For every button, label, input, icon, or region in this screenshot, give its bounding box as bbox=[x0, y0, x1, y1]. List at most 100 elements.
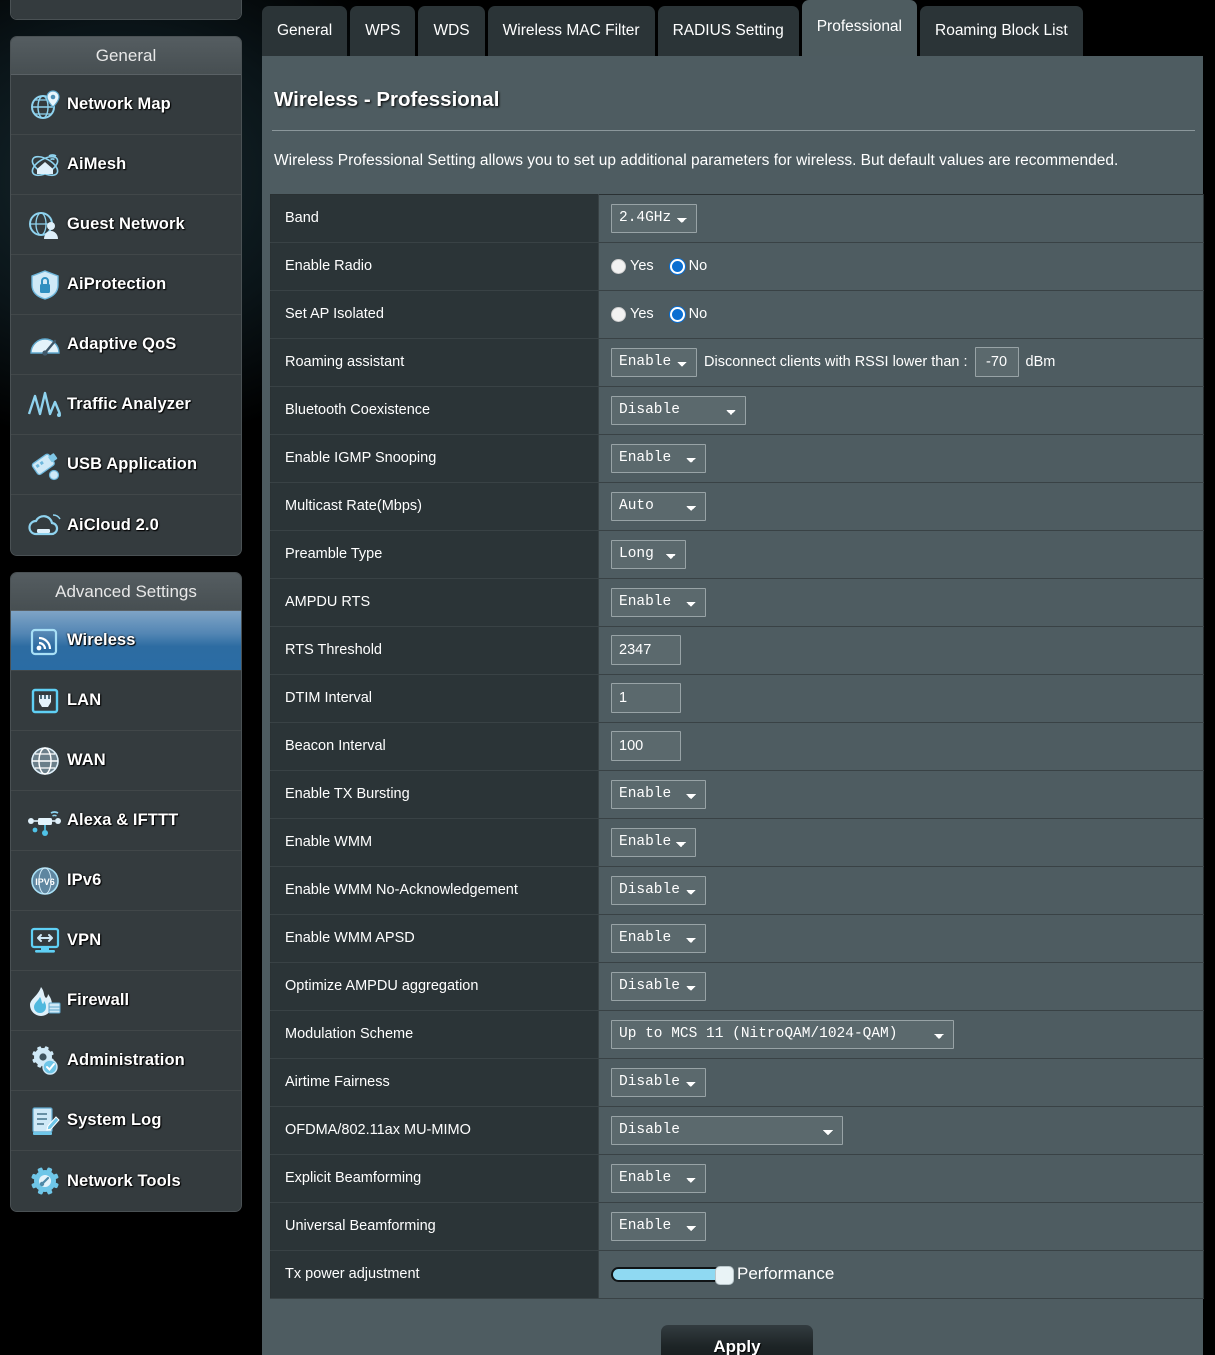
tab-radius-setting[interactable]: RADIUS Setting bbox=[657, 6, 799, 56]
ap-isolated-yes[interactable]: Yes bbox=[611, 306, 654, 322]
row-roaming-assistant: Roaming assistant Enable Disconnect clie… bbox=[270, 338, 1204, 387]
sidebar-item-label: Traffic Analyzer bbox=[67, 395, 191, 413]
page-title: Wireless - Professional bbox=[274, 88, 500, 111]
enable-radio-yes[interactable]: Yes bbox=[611, 258, 654, 274]
sidebar-item-label: USB Application bbox=[67, 455, 198, 473]
rts-threshold-input[interactable] bbox=[611, 635, 681, 666]
igmp-snooping-select[interactable]: Enable bbox=[611, 443, 706, 473]
tab-roaming-block-list[interactable]: Roaming Block List bbox=[920, 6, 1083, 56]
tab-general[interactable]: General bbox=[262, 6, 348, 56]
label-explicit-beamforming: Explicit Beamforming bbox=[270, 1154, 599, 1203]
ampdu-rts-select[interactable]: Enable bbox=[611, 587, 706, 617]
sidebar-item-system-log[interactable]: System Log bbox=[11, 1091, 241, 1151]
sidebar-item-usb-application[interactable]: USB Application bbox=[11, 435, 241, 495]
beacon-interval-input[interactable] bbox=[611, 731, 681, 762]
sidebar-item-label: Alexa & IFTTT bbox=[67, 811, 179, 829]
tx-power-slider-thumb[interactable] bbox=[715, 1265, 734, 1285]
row-modulation-scheme: Modulation Scheme Up to MCS 11 (NitroQAM… bbox=[270, 1010, 1204, 1059]
sidebar-item-wan[interactable]: WAN bbox=[11, 731, 241, 791]
gauge-icon bbox=[23, 325, 67, 365]
row-wmm-apsd: Enable WMM APSD Enable bbox=[270, 914, 1204, 963]
cloud-icon bbox=[23, 505, 67, 545]
row-enable-radio: Enable Radio Yes No bbox=[270, 242, 1204, 291]
label-tx-bursting: Enable TX Bursting bbox=[270, 770, 599, 819]
sidebar-item-aicloud[interactable]: AiCloud 2.0 bbox=[11, 495, 241, 555]
sidebar: Setup General Network Ma bbox=[10, 0, 242, 1228]
sidebar-item-label: Network Map bbox=[67, 95, 171, 113]
sidebar-item-label: WAN bbox=[67, 751, 106, 769]
sidebar-item-label: Administration bbox=[67, 1051, 185, 1069]
sidebar-item-network-map[interactable]: Network Map bbox=[11, 75, 241, 135]
admin-gear-icon bbox=[23, 1041, 67, 1081]
sidebar-item-alexa-ifttt[interactable]: Alexa & IFTTT bbox=[11, 791, 241, 851]
settings-panel: Wireless - Professional Wireless Profess… bbox=[262, 56, 1204, 1355]
airtime-fairness-select[interactable]: Disable bbox=[611, 1067, 706, 1097]
label-set-ap-isolated: Set AP Isolated bbox=[270, 290, 599, 339]
label-wmm-apsd: Enable WMM APSD bbox=[270, 914, 599, 963]
enable-radio-no[interactable]: No bbox=[669, 258, 707, 274]
globe-icon bbox=[23, 741, 67, 781]
wireless-professional-form: Band 2.4GHz Enable Radio Yes No Set AP I… bbox=[270, 193, 1204, 1299]
explicit-beamforming-select[interactable]: Enable bbox=[611, 1163, 706, 1193]
label-enable-radio: Enable Radio bbox=[270, 242, 599, 291]
sidebar-item-guest-network[interactable]: Guest Network bbox=[11, 195, 241, 255]
sidebar-item-aimesh[interactable]: AiMesh bbox=[11, 135, 241, 195]
wmm-select[interactable]: Enable bbox=[611, 827, 696, 857]
label-optimize-ampdu: Optimize AMPDU aggregation bbox=[270, 962, 599, 1011]
tx-bursting-select[interactable]: Enable bbox=[611, 779, 706, 809]
dtim-interval-input[interactable] bbox=[611, 683, 681, 714]
modulation-scheme-select[interactable]: Up to MCS 11 (NitroQAM/1024-QAM) bbox=[611, 1019, 954, 1049]
label-bluetooth-coexistence: Bluetooth Coexistence bbox=[270, 386, 599, 435]
universal-beamforming-select[interactable]: Enable bbox=[611, 1211, 706, 1241]
tx-power-slider[interactable] bbox=[611, 1265, 734, 1285]
enable-radio-group: Yes No bbox=[611, 258, 1202, 274]
row-airtime-fairness: Airtime Fairness Disable bbox=[270, 1058, 1204, 1107]
row-universal-beamforming: Universal Beamforming Enable bbox=[270, 1202, 1204, 1251]
bluetooth-coexistence-select[interactable]: Disable bbox=[611, 395, 746, 425]
row-multicast-rate: Multicast Rate(Mbps) Auto bbox=[270, 482, 1204, 531]
optimize-ampdu-select[interactable]: Disable bbox=[611, 971, 706, 1001]
label-preamble-type: Preamble Type bbox=[270, 530, 599, 579]
tab-wps[interactable]: WPS bbox=[350, 6, 416, 56]
tab-wireless-mac-filter[interactable]: Wireless MAC Filter bbox=[487, 6, 655, 56]
roaming-assistant-select[interactable]: Enable bbox=[611, 347, 697, 377]
sidebar-item-wireless[interactable]: Wireless bbox=[11, 611, 241, 671]
wmm-apsd-select[interactable]: Enable bbox=[611, 923, 706, 953]
sidebar-item-lan[interactable]: LAN bbox=[11, 671, 241, 731]
sidebar-item-aiprotection[interactable]: AiProtection bbox=[11, 255, 241, 315]
radio-selected-icon bbox=[669, 306, 685, 322]
multicast-rate-select[interactable]: Auto bbox=[611, 491, 706, 521]
tab-professional[interactable]: Professional bbox=[801, 0, 917, 56]
sidebar-item-label: AiProtection bbox=[67, 275, 167, 293]
row-explicit-beamforming: Explicit Beamforming Enable bbox=[270, 1154, 1204, 1203]
band-select[interactable]: 2.4GHz bbox=[611, 203, 697, 233]
sidebar-group-title: Advanced Settings bbox=[11, 573, 241, 611]
sidebar-item-vpn[interactable]: VPN bbox=[11, 911, 241, 971]
label-igmp-snooping: Enable IGMP Snooping bbox=[270, 434, 599, 483]
ipv6-globe-icon: IPV6 bbox=[23, 861, 67, 901]
usb-drive-icon bbox=[23, 445, 67, 485]
preamble-type-select[interactable]: Long bbox=[611, 539, 686, 569]
alexa-ifttt-icon bbox=[23, 801, 67, 841]
sidebar-item-setup[interactable]: Setup bbox=[11, 0, 241, 19]
sidebar-group-setup: Setup bbox=[10, 0, 242, 20]
rssi-threshold-input[interactable] bbox=[974, 347, 1019, 378]
sidebar-item-adaptive-qos[interactable]: Adaptive QoS bbox=[11, 315, 241, 375]
traffic-analyzer-icon bbox=[23, 385, 67, 425]
tab-bar: General WPS WDS Wireless MAC Filter RADI… bbox=[262, 0, 1203, 56]
sidebar-item-label: System Log bbox=[67, 1111, 162, 1129]
sidebar-item-ipv6[interactable]: IPV6 IPv6 bbox=[11, 851, 241, 911]
ofdma-mumimo-select[interactable]: Disable bbox=[611, 1115, 843, 1145]
label-tx-power-adjustment: Tx power adjustment bbox=[270, 1250, 599, 1299]
vpn-monitor-icon bbox=[23, 921, 67, 961]
tab-wds[interactable]: WDS bbox=[418, 6, 485, 56]
wmm-no-ack-select[interactable]: Disable bbox=[611, 875, 706, 905]
sidebar-item-administration[interactable]: Administration bbox=[11, 1031, 241, 1091]
apply-button[interactable]: Apply bbox=[661, 1324, 813, 1355]
sidebar-item-traffic-analyzer[interactable]: Traffic Analyzer bbox=[11, 375, 241, 435]
radio-unselected-icon bbox=[611, 306, 626, 322]
tx-power-mode-label: Performance bbox=[737, 1264, 835, 1284]
ap-isolated-no[interactable]: No bbox=[669, 306, 707, 322]
sidebar-item-network-tools[interactable]: Network Tools bbox=[11, 1151, 241, 1211]
sidebar-item-firewall[interactable]: Firewall bbox=[11, 971, 241, 1031]
